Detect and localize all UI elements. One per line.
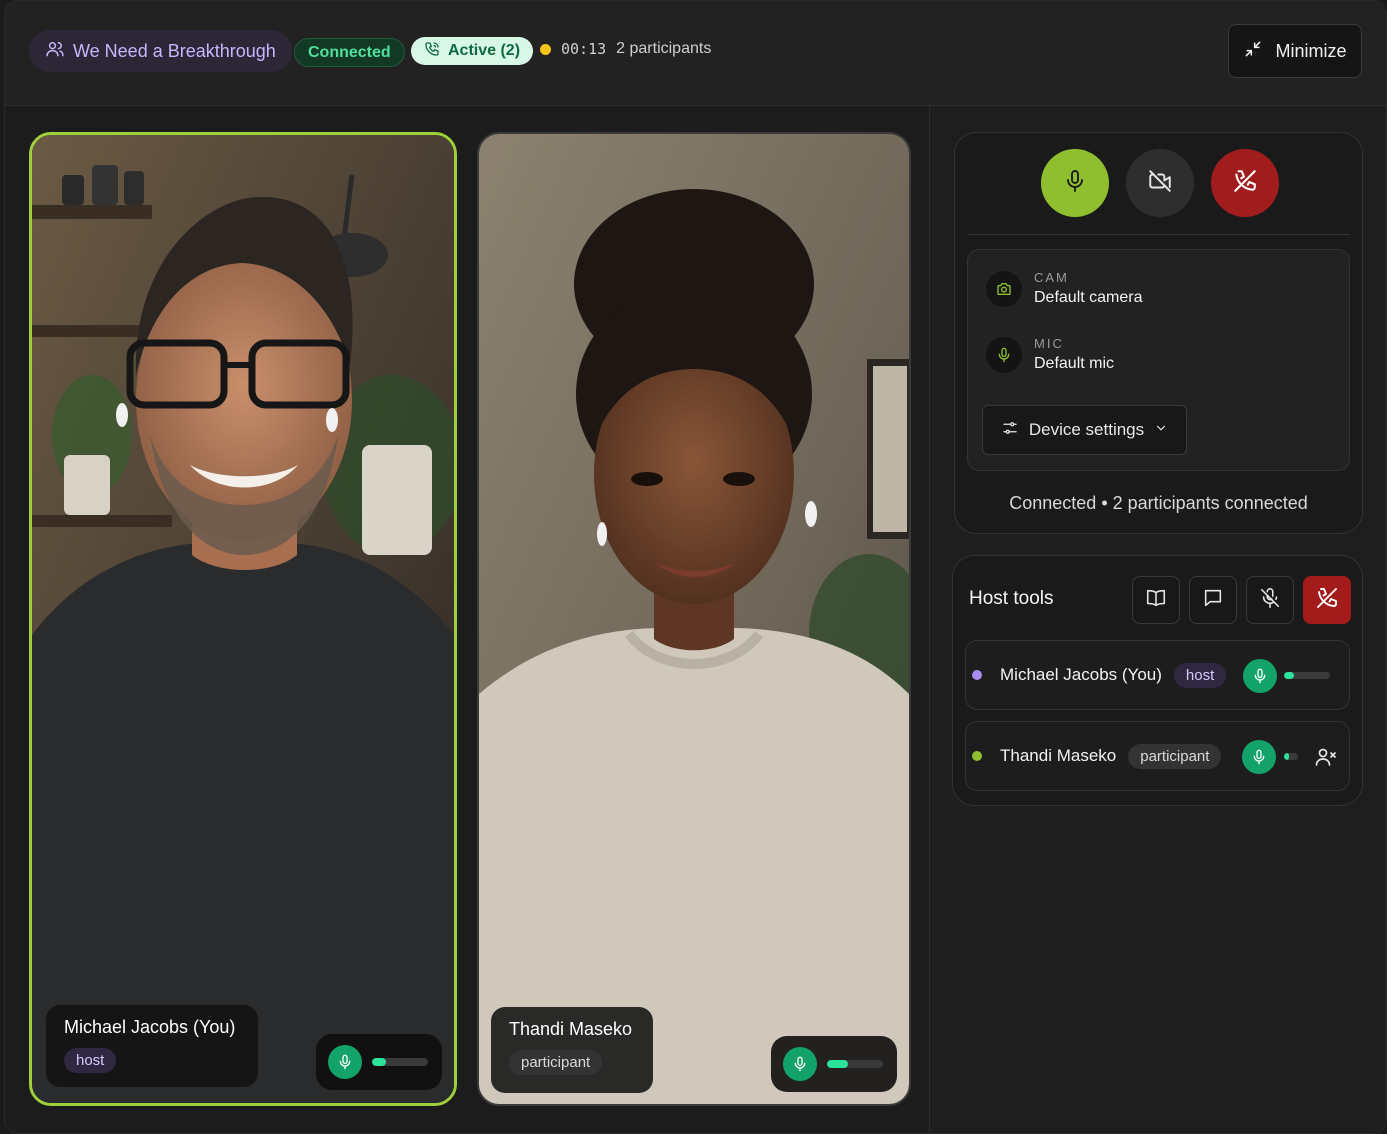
elapsed-time: 00:13	[561, 40, 607, 58]
top-bar: We Need a Breakthrough Connected Active …	[5, 1, 1386, 106]
phone-off-icon	[1315, 586, 1339, 615]
mic-icon	[783, 1047, 817, 1081]
room-pill[interactable]: We Need a Breakthrough	[29, 30, 292, 72]
device-settings-label: Device settings	[1028, 420, 1145, 439]
audio-level-meter	[372, 1058, 428, 1066]
connection-status-badge: Connected	[294, 38, 405, 67]
host-tools-title: Host tools	[969, 588, 1054, 609]
call-controls-panel: CAM Default camera MIC Default mic Devic…	[954, 132, 1363, 534]
phone-call-icon	[424, 41, 440, 62]
participant-name-card: Thandi Maseko participant	[491, 1007, 653, 1093]
mute-all-button[interactable]	[1246, 576, 1294, 624]
call-timer: 00:13 2 participants	[540, 40, 711, 58]
mic-toggle-button[interactable]	[1243, 659, 1277, 693]
mic-icon	[328, 1045, 362, 1079]
mic-icon	[1063, 169, 1087, 198]
remove-participant-button[interactable]	[1314, 745, 1338, 774]
device-settings-button[interactable]: Device settings	[982, 405, 1187, 455]
call-active-badge: Active (2)	[411, 37, 534, 65]
audio-level-meter	[827, 1060, 883, 1068]
chat-button[interactable]	[1189, 576, 1237, 624]
camera-toggle-button[interactable]	[1126, 149, 1194, 217]
call-active-text: Active (2)	[448, 42, 521, 59]
connection-summary: Connected • 2 participants connected	[1009, 493, 1308, 513]
sliders-icon	[1001, 419, 1019, 442]
minimize-button[interactable]: Minimize	[1228, 24, 1362, 78]
role-badge: host	[1173, 662, 1227, 688]
mic-toggle-button[interactable]	[1242, 740, 1276, 774]
user-remove-icon	[1314, 748, 1338, 773]
video-stage: Michael Jacobs (You) host Thandi Maseko …	[5, 106, 929, 1133]
participant-video-thandi	[479, 134, 909, 1104]
role-badge: participant	[509, 1050, 603, 1075]
end-call-button[interactable]	[1211, 149, 1279, 217]
side-panel: CAM Default camera MIC Default mic Devic…	[929, 106, 1386, 1133]
minimize-icon	[1243, 39, 1263, 64]
participant-count: 2 participants	[616, 40, 712, 57]
role-badge: host	[64, 1048, 117, 1073]
divider	[967, 234, 1350, 235]
recording-dot-icon	[540, 43, 551, 55]
mic-device-row: MIC Default mic	[986, 336, 1114, 373]
participant-name: Michael Jacobs (You)	[1000, 665, 1162, 684]
connection-status-text: Connected	[308, 43, 391, 61]
mic-icon	[986, 336, 1022, 373]
mic-value: Default mic	[1034, 355, 1115, 372]
participant-name: Thandi Maseko	[509, 1019, 633, 1039]
camera-off-icon	[1147, 168, 1173, 199]
participant-video-michael	[32, 135, 454, 1103]
status-dot-icon	[972, 670, 982, 680]
minimize-label: Minimize	[1275, 40, 1347, 61]
chevron-down-icon	[1154, 420, 1168, 440]
video-tile-participant[interactable]: Thandi Maseko participant	[477, 132, 911, 1106]
audio-indicator	[771, 1036, 897, 1092]
end-call-for-all-button[interactable]	[1303, 576, 1351, 624]
camera-device-row: CAM Default camera	[986, 270, 1143, 307]
video-tile-self[interactable]: Michael Jacobs (You) host	[29, 132, 457, 1106]
device-box: CAM Default camera MIC Default mic Devic…	[967, 249, 1350, 471]
participant-name-card: Michael Jacobs (You) host	[46, 1005, 258, 1087]
mute-toggle-button[interactable]	[1041, 149, 1109, 217]
audio-level-meter	[1284, 672, 1330, 679]
users-icon	[45, 39, 65, 64]
audio-indicator	[316, 1034, 442, 1090]
book-open-button[interactable]	[1132, 576, 1180, 624]
host-tools-panel: Host tools Michael Jacobs (You) host Tha…	[952, 555, 1363, 806]
audio-level-meter	[1284, 753, 1298, 760]
participant-name: Thandi Maseko	[1000, 746, 1117, 765]
camera-label: CAM	[1034, 270, 1069, 285]
book-open-icon	[1145, 587, 1167, 614]
call-window: We Need a Breakthrough Connected Active …	[4, 0, 1387, 1134]
phone-off-icon	[1232, 168, 1258, 199]
participant-row[interactable]: Michael Jacobs (You) host	[965, 640, 1350, 710]
mic-label: MIC	[1034, 336, 1064, 351]
room-name: We Need a Breakthrough	[73, 40, 276, 61]
camera-icon	[986, 270, 1022, 307]
chat-icon	[1202, 587, 1224, 614]
participant-name: Michael Jacobs (You)	[64, 1017, 236, 1037]
status-dot-icon	[972, 751, 982, 761]
camera-value: Default camera	[1034, 289, 1143, 306]
participant-row[interactable]: Thandi Maseko participant	[965, 721, 1350, 791]
mic-off-icon	[1259, 587, 1281, 614]
role-badge: participant	[1128, 743, 1222, 769]
